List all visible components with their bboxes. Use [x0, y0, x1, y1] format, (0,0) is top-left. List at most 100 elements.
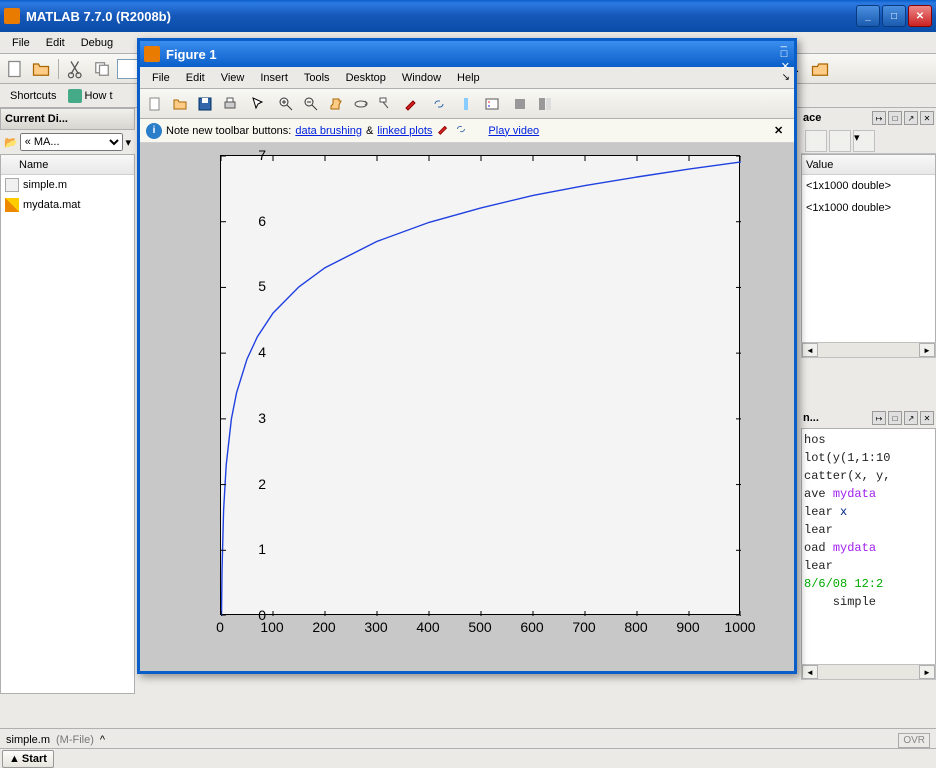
rotate3d-icon[interactable] [350, 93, 372, 115]
minimize-button[interactable]: _ [856, 5, 880, 27]
xtick-label: 200 [312, 619, 335, 635]
cmdhist-line[interactable]: lear [804, 521, 933, 539]
cmdhist-line[interactable]: hos [804, 431, 933, 449]
ws-tool1[interactable] [805, 130, 827, 152]
start-bar: ▲ Start [0, 748, 936, 768]
figure-menubar: File Edit View Insert Tools Desktop Wind… [140, 67, 794, 89]
cmdhist-line[interactable]: ave mydata [804, 485, 933, 503]
cmdhist-line[interactable]: 8/6/08 12:2 [804, 575, 933, 593]
fig-menu-edit[interactable]: Edit [178, 70, 213, 86]
cmdhist-line[interactable]: oad mydata [804, 539, 933, 557]
open-fig-icon[interactable] [169, 93, 191, 115]
link-mini-icon [454, 122, 468, 139]
infobar-close-button[interactable]: ✕ [774, 124, 788, 138]
panel-minimize[interactable]: □ [888, 111, 902, 125]
colorbar-icon[interactable] [456, 93, 478, 115]
folder-dd-button[interactable]: ▾ [125, 136, 131, 149]
ytick-label: 1 [226, 541, 266, 557]
panel-close[interactable]: ✕ [920, 411, 934, 425]
workspace-var-row[interactable]: <1x1000 double> [802, 175, 935, 197]
data-brushing-link[interactable]: data brushing [295, 125, 362, 137]
name-column-header[interactable]: Name [1, 155, 134, 175]
panel-minimize[interactable]: □ [888, 411, 902, 425]
menu-file[interactable]: File [4, 35, 38, 51]
cmdhist-line[interactable]: simple [804, 593, 933, 611]
zoom-out-icon[interactable] [300, 93, 322, 115]
save-fig-icon[interactable] [194, 93, 216, 115]
workspace-value-header[interactable]: Value [802, 155, 935, 175]
workspace-panel-controls: ace ↦ □ ↗ ✕ [801, 108, 936, 128]
hide-plot-tools-icon[interactable] [509, 93, 531, 115]
linked-plots-link[interactable]: linked plots [377, 125, 432, 137]
fig-minimize-button[interactable]: _ [781, 36, 790, 48]
show-plot-tools-icon[interactable] [534, 93, 556, 115]
howto-shortcut[interactable]: How t [62, 87, 118, 105]
plot-area[interactable]: 01234567 0100200300400500600700800900100… [140, 143, 794, 671]
new-file-icon[interactable] [4, 58, 26, 80]
cmdhist-line[interactable]: lear x [804, 503, 933, 521]
fig-dock-icon[interactable]: ↘ [782, 72, 790, 83]
copy-icon[interactable] [91, 58, 113, 80]
folder-up-icon[interactable] [809, 58, 831, 80]
link-icon[interactable] [428, 93, 450, 115]
new-fig-icon[interactable] [144, 93, 166, 115]
fig-menu-help[interactable]: Help [449, 70, 488, 86]
fig-menu-tools[interactable]: Tools [296, 70, 338, 86]
ws-tool-dd[interactable]: ▾ [853, 130, 875, 152]
panel-close[interactable]: ✕ [920, 111, 934, 125]
fig-menu-insert[interactable]: Insert [252, 70, 296, 86]
folder-select[interactable]: « MA... [20, 133, 124, 151]
panel-btn[interactable]: ↦ [872, 411, 886, 425]
file-row[interactable]: simple.m [1, 175, 134, 195]
print-icon[interactable] [219, 93, 241, 115]
fig-maximize-button[interactable]: □ [781, 48, 790, 60]
panel-undock[interactable]: ↗ [904, 111, 918, 125]
fig-menu-file[interactable]: File [144, 70, 178, 86]
fig-menu-view[interactable]: View [213, 70, 253, 86]
workspace-panel: ace ↦ □ ↗ ✕ ▾ Value <1x1000 double> <1 [801, 108, 936, 408]
fig-menu-window[interactable]: Window [394, 70, 449, 86]
workspace-var-row[interactable]: <1x1000 double> [802, 197, 935, 219]
menu-edit[interactable]: Edit [38, 35, 73, 51]
figure-titlebar[interactable]: Figure 1 _ □ ✕ [140, 41, 794, 67]
figure-toolbar [140, 89, 794, 119]
xtick-label: 1000 [724, 619, 755, 635]
ytick-label: 6 [226, 213, 266, 229]
figure-title: Figure 1 [166, 47, 781, 62]
cmdhist-line[interactable]: catter(x, y, [804, 467, 933, 485]
play-video-link[interactable]: Play video [488, 125, 539, 137]
workspace-hscroll[interactable] [801, 342, 936, 358]
fig-close-button[interactable]: ✕ [781, 60, 790, 73]
open-folder-icon[interactable] [30, 58, 52, 80]
cmdhist-line[interactable]: lot(y(1,1:10 [804, 449, 933, 467]
pointer-icon[interactable] [247, 93, 269, 115]
ws-tool2[interactable] [829, 130, 851, 152]
fig-menu-desktop[interactable]: Desktop [338, 70, 394, 86]
menu-debug[interactable]: Debug [73, 35, 121, 51]
file-row[interactable]: mydata.mat [1, 195, 134, 215]
workspace-title: ace [803, 112, 870, 124]
panel-undock[interactable]: ↗ [904, 411, 918, 425]
command-history-list[interactable]: hoslot(y(1,1:10catter(x, y,ave mydatalea… [801, 428, 936, 666]
pan-icon[interactable] [325, 93, 347, 115]
brush-icon[interactable] [400, 93, 422, 115]
shortcut-icon [68, 89, 82, 103]
legend-icon[interactable] [481, 93, 503, 115]
shortcuts-label: Shortcuts [4, 90, 62, 102]
datacursor-icon[interactable] [375, 93, 397, 115]
panel-btn[interactable]: ↦ [872, 111, 886, 125]
current-dir-header[interactable]: Current Di... [0, 108, 135, 130]
ytick-label: 7 [226, 147, 266, 163]
xtick-label: 300 [364, 619, 387, 635]
cmdhist-hscroll[interactable] [801, 664, 936, 680]
maximize-button[interactable]: □ [882, 5, 906, 27]
close-button[interactable]: ✕ [908, 5, 932, 27]
cmdhist-panel-controls: n... ↦ □ ↗ ✕ [801, 408, 936, 428]
zoom-in-icon[interactable] [275, 93, 297, 115]
status-expand-icon[interactable]: ^ [100, 734, 112, 746]
status-file-type: (M-File) [56, 734, 94, 746]
cut-icon[interactable] [65, 58, 87, 80]
start-button[interactable]: ▲ Start [2, 750, 54, 768]
cmdhist-line[interactable]: lear [804, 557, 933, 575]
axes[interactable] [220, 155, 740, 615]
